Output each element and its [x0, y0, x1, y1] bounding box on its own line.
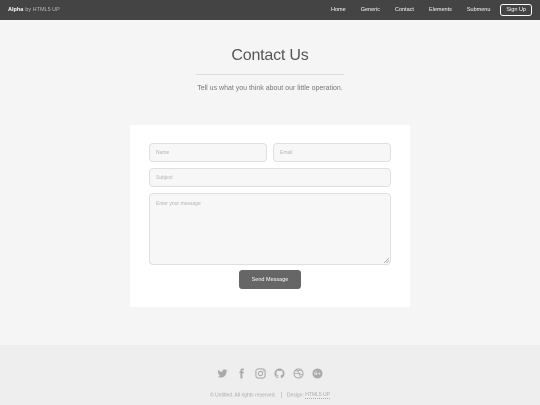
- send-message-button[interactable]: Send Message: [239, 270, 301, 289]
- svg-text:G+: G+: [314, 371, 321, 376]
- contact-form-card: Name Email Subject Enter your message Se…: [130, 125, 410, 307]
- name-placeholder: Name: [156, 149, 170, 156]
- brand-by: by HTML5 UP: [25, 7, 60, 13]
- subject-input[interactable]: Subject: [149, 168, 391, 187]
- nav-contact[interactable]: Contact: [395, 7, 414, 13]
- message-placeholder: Enter your message: [156, 201, 201, 207]
- sign-up-button[interactable]: Sign Up: [500, 4, 532, 16]
- google-plus-icon[interactable]: G+: [312, 368, 323, 379]
- brand-name: Alpha: [8, 7, 24, 13]
- email-placeholder: Email: [280, 149, 293, 156]
- page-title: Contact Us: [231, 47, 309, 64]
- title-divider: [196, 74, 344, 75]
- footer-separator: [280, 392, 282, 398]
- nav-elements[interactable]: Elements: [429, 7, 452, 13]
- twitter-icon[interactable]: [217, 368, 228, 379]
- copyright-line: © Untitled. All rights reserved. Design: …: [0, 392, 540, 400]
- design-credit-link[interactable]: HTML5 UP: [305, 392, 330, 400]
- social-icons: G+: [0, 368, 540, 379]
- email-input[interactable]: Email: [273, 143, 391, 162]
- main-nav: Home Generic Contact Elements Submenu Si…: [316, 4, 532, 16]
- name-input[interactable]: Name: [149, 143, 267, 162]
- nav-home[interactable]: Home: [331, 7, 346, 13]
- design-label: Design:: [286, 392, 304, 399]
- hero-section: Contact Us Tell us what you think about …: [0, 20, 540, 92]
- facebook-icon[interactable]: [236, 368, 247, 379]
- message-textarea[interactable]: Enter your message: [149, 193, 391, 265]
- dribbble-icon[interactable]: [293, 368, 304, 379]
- page-subtitle: Tell us what you think about our little …: [197, 85, 343, 92]
- subject-placeholder: Subject: [156, 174, 173, 181]
- footer: G+ © Untitled. All rights reserved. Desig…: [0, 345, 540, 405]
- top-navbar: Alpha by HTML5 UP Home Generic Contact El…: [0, 0, 540, 20]
- nav-submenu[interactable]: Submenu: [467, 7, 491, 13]
- nav-generic[interactable]: Generic: [361, 7, 380, 13]
- copyright-text: © Untitled. All rights reserved.: [209, 392, 276, 399]
- brand-logo[interactable]: Alpha by HTML5 UP: [8, 7, 60, 13]
- resize-handle-icon[interactable]: [384, 258, 389, 263]
- github-icon[interactable]: [274, 368, 285, 379]
- instagram-icon[interactable]: [255, 368, 266, 379]
